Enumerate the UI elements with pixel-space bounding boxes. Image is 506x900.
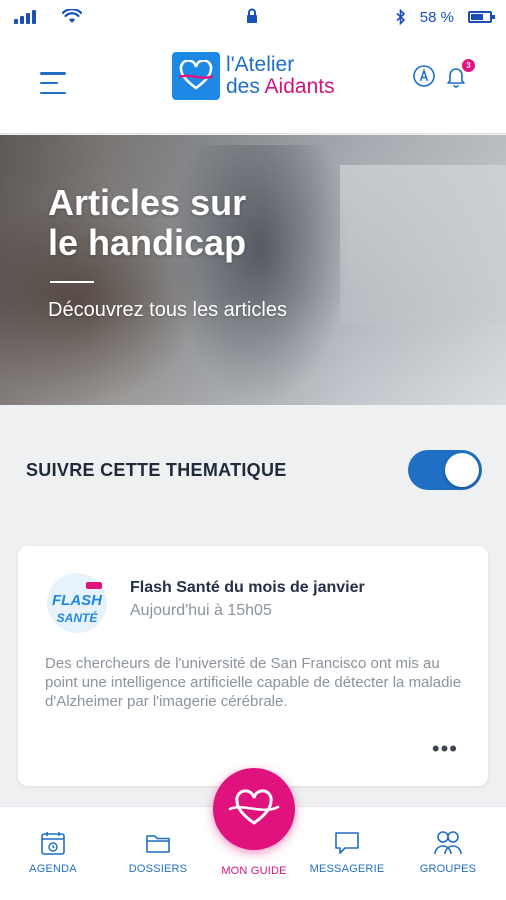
menu-icon[interactable]	[40, 72, 66, 94]
follow-theme-toggle[interactable]	[408, 450, 482, 490]
more-options-icon[interactable]: •••	[432, 738, 458, 760]
heart-knot-icon	[228, 789, 280, 825]
battery-icon	[468, 11, 495, 23]
group-icon	[434, 831, 462, 855]
nav-item-agenda[interactable]: AGENDA	[8, 829, 98, 875]
nav-label-mon-guide: MON GUIDE	[221, 865, 287, 877]
notifications-button[interactable]: 3	[444, 59, 475, 88]
follow-theme-label: SUIVRE CETTE THEMATIQUE	[26, 459, 287, 480]
logo-text-line2b: Aidants	[264, 75, 335, 98]
hero-title: Articles sur le handicap	[48, 183, 246, 263]
nav-item-dossiers[interactable]: DOSSIERS	[113, 829, 203, 875]
logo-text-line2a: des	[226, 75, 265, 98]
profile-icon[interactable]	[412, 64, 436, 88]
logo-text-line1: l'Atelier	[226, 53, 295, 76]
nav-label-agenda: AGENDA	[29, 863, 77, 875]
bluetooth-icon	[396, 9, 405, 25]
logo-heart-icon	[172, 52, 220, 100]
lock-icon	[247, 8, 257, 23]
article-title: Flash Santé du mois de janvier	[130, 579, 365, 596]
hero-title-line1: Articles sur	[48, 182, 247, 223]
notification-badge: 3	[462, 59, 475, 72]
signal-icon	[14, 10, 36, 24]
hero-title-line2: le handicap	[48, 222, 247, 263]
wifi-icon	[62, 9, 82, 23]
article-time: Aujourd'hui à 15h05	[130, 602, 272, 619]
thumb-text-flash: FLASH	[52, 592, 103, 609]
chat-icon	[335, 832, 359, 854]
nav-item-mon-guide[interactable]: MON GUIDE	[209, 865, 299, 877]
follow-theme-row: SUIVRE CETTE THEMATIQUE	[26, 440, 482, 500]
hero-subtitle[interactable]: Découvrez tous les articles	[48, 299, 287, 322]
nav-item-messagerie[interactable]: MESSAGERIE	[302, 829, 392, 875]
nav-label-dossiers: DOSSIERS	[128, 863, 188, 875]
mon-guide-button[interactable]	[213, 768, 295, 850]
folder-icon	[146, 835, 170, 853]
toggle-knob	[445, 453, 479, 487]
calendar-icon	[41, 832, 65, 855]
article-card[interactable]: FLASH SANTÉ Flash Santé du mois de janvi…	[18, 546, 488, 786]
thumb-text-sante: SANTÉ	[57, 610, 99, 625]
app-header: l'Atelier des Aidants 3	[0, 34, 506, 134]
nav-item-groupes[interactable]: GROUPES	[403, 829, 493, 875]
article-excerpt: Des chercheurs de l'université de San Fr…	[45, 655, 462, 710]
status-bar: 58 %	[0, 0, 506, 34]
flash-sante-thumbnail: FLASH SANTÉ	[47, 573, 107, 633]
battery-percentage: 58 %	[419, 8, 454, 26]
nav-label-messagerie: MESSAGERIE	[309, 863, 385, 875]
hero-divider	[50, 281, 94, 283]
nav-label-groupes: GROUPES	[419, 863, 477, 875]
app-logo: l'Atelier des Aidants	[172, 52, 335, 100]
hero-banner[interactable]: Articles sur le handicap Découvrez tous …	[0, 135, 506, 405]
